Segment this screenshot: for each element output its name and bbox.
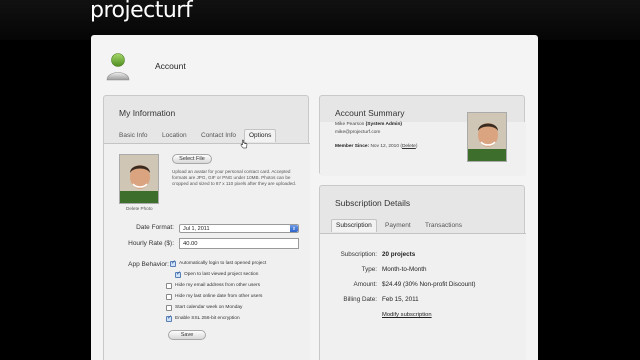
main-content: Account My Information Basic Info Locati… bbox=[91, 35, 538, 360]
billing-date-label: Billing Date: bbox=[343, 296, 377, 303]
option-checkbox[interactable] bbox=[170, 259, 176, 267]
subscription-value: 20 projects bbox=[382, 251, 416, 258]
save-button[interactable]: Save bbox=[168, 330, 206, 340]
option-checkbox[interactable] bbox=[166, 305, 172, 311]
avatar bbox=[467, 112, 507, 162]
profile-photo bbox=[468, 113, 506, 161]
chevron-updown-icon: ⇕ bbox=[290, 225, 298, 232]
profile-photo bbox=[120, 155, 158, 203]
member-since-value: Nov 12, 2010 bbox=[370, 144, 400, 149]
member-since-label: Member Since: bbox=[335, 144, 370, 149]
option-checkbox[interactable] bbox=[166, 294, 172, 300]
options-tab-body: Delete Photo Select File Upload an avata… bbox=[104, 144, 310, 360]
tab-options[interactable]: Options bbox=[244, 129, 277, 142]
tab-location[interactable]: Location bbox=[162, 132, 187, 139]
select-file-button[interactable]: Select File bbox=[172, 154, 212, 164]
avatar bbox=[119, 154, 159, 204]
hourly-rate-input[interactable]: 40.00 bbox=[179, 238, 299, 249]
user-icon bbox=[106, 53, 130, 81]
app-behavior-label: App Behavior: bbox=[128, 261, 169, 268]
panel-title: Account Summary bbox=[335, 108, 405, 118]
user-name: Mike Pearson bbox=[335, 122, 365, 127]
amount-value: $24.49 (30% Non-profit Discount) bbox=[382, 281, 476, 288]
tab-contact-info[interactable]: Contact Info bbox=[201, 132, 236, 139]
tab-payment[interactable]: Payment bbox=[385, 222, 411, 229]
delete-account-link[interactable]: Delete bbox=[402, 144, 416, 149]
panel-title: Subscription Details bbox=[335, 198, 411, 208]
tab-basic-info[interactable]: Basic Info bbox=[119, 132, 148, 139]
page-title: Account bbox=[155, 61, 186, 71]
option-checkbox[interactable] bbox=[166, 314, 172, 322]
upload-help-text: Upload an avatar for your personal conta… bbox=[172, 169, 297, 187]
user-role: (System Admin) bbox=[365, 122, 403, 127]
delete-photo-link[interactable]: Delete Photo bbox=[126, 206, 153, 212]
app-logo[interactable]: projecturf bbox=[90, 0, 193, 23]
my-information-panel: My Information Basic Info Location Conta… bbox=[103, 95, 310, 360]
subscription-tabs: Subscription Payment Transactions bbox=[320, 219, 526, 234]
user-email: mike@projecturf.com bbox=[335, 130, 381, 135]
subscription-body: Subscription: 20 projects Type: Month-to… bbox=[320, 234, 526, 360]
subscription-panel: Subscription Details Subscription Paymen… bbox=[319, 185, 526, 360]
tab-transactions[interactable]: Transactions bbox=[425, 222, 462, 229]
date-format-value: Jul 1, 2011 bbox=[183, 226, 210, 232]
user-name-line: Mike Pearson (System Admin) bbox=[335, 122, 402, 127]
option-label: Start calendar week on Monday bbox=[175, 305, 243, 310]
panel-title: My Information bbox=[119, 108, 176, 118]
top-bar: projecturf bbox=[0, 0, 640, 40]
option-label: Enable SSL 256-bit encryption bbox=[175, 316, 240, 321]
info-tabs: Basic Info Location Contact Info Options bbox=[104, 129, 310, 144]
account-summary-panel: Account Summary Mike Pearson (System Adm… bbox=[319, 95, 526, 176]
option-checkbox[interactable] bbox=[166, 283, 172, 289]
member-since-line: Member Since: Nov 12, 2010 (Delete) bbox=[335, 144, 418, 149]
option-checkbox[interactable] bbox=[175, 270, 181, 278]
subscription-label: Subscription: bbox=[340, 251, 377, 258]
account-summary-body: Mike Pearson (System Admin) mike@project… bbox=[320, 112, 526, 176]
option-label: Open to last viewed project section bbox=[184, 272, 259, 277]
option-label: Hide my last online date from other user… bbox=[175, 294, 263, 299]
billing-date-value: Feb 15, 2011 bbox=[382, 296, 419, 303]
tab-subscription[interactable]: Subscription bbox=[331, 219, 377, 232]
mouse-pointer-icon bbox=[240, 139, 248, 149]
hourly-rate-label: Hourly Rate ($): bbox=[128, 240, 174, 247]
option-label: Hide my email address from other users bbox=[175, 283, 261, 288]
page-header: Account bbox=[105, 51, 305, 81]
date-format-select[interactable]: Jul 1, 2011 ⇕ bbox=[179, 224, 299, 233]
date-format-label: Date Format: bbox=[136, 224, 174, 231]
modify-subscription-link[interactable]: Modify subscription bbox=[382, 312, 432, 318]
type-label: Type: bbox=[361, 266, 377, 273]
type-value: Month-to-Month bbox=[382, 266, 427, 273]
amount-label: Amount: bbox=[353, 281, 377, 288]
option-label: Automatically login to last opened proje… bbox=[179, 261, 267, 266]
